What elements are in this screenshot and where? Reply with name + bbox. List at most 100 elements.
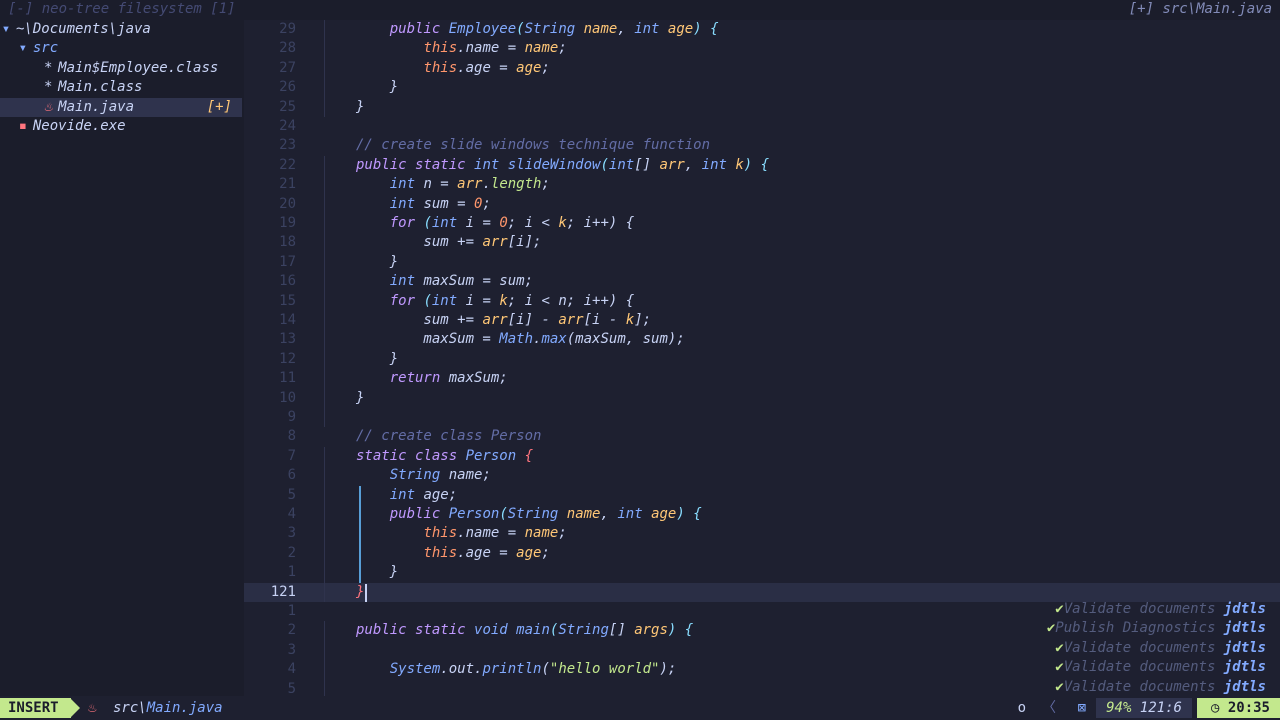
- code-text: sum += arr[i];: [356, 233, 541, 252]
- tree-title: [-] neo-tree filesystem [1]: [8, 1, 236, 17]
- code-line[interactable]: 11 return maxSum;: [244, 369, 1280, 388]
- code-token: ; i++) {: [566, 215, 635, 231]
- code-token: ) {: [667, 622, 694, 639]
- code-line[interactable]: 4 public Person(String name, int age) {: [244, 505, 1280, 524]
- code-text: }: [356, 350, 398, 369]
- code-editor[interactable]: 29 public Employee(String name, int age)…: [244, 20, 1280, 696]
- code-token: }: [356, 79, 399, 96]
- status-file-name: Main.java: [146, 700, 223, 716]
- code-line[interactable]: 28 this.name = name;: [244, 39, 1280, 58]
- code-line[interactable]: 8 // create class Person: [244, 427, 1280, 446]
- code-line[interactable]: 25}: [244, 98, 1280, 117]
- code-line[interactable]: 26 }: [244, 78, 1280, 97]
- code-line[interactable]: 20 int sum = 0;: [244, 195, 1280, 214]
- tree-item[interactable]: ▾ src: [0, 39, 242, 58]
- code-line[interactable]: 5 int age;: [244, 486, 1280, 505]
- code-token: }: [356, 583, 365, 600]
- code-token: return: [389, 370, 449, 387]
- code-line[interactable]: 1 }: [244, 563, 1280, 582]
- code-token: this: [423, 59, 458, 76]
- code-token: );: [659, 661, 677, 678]
- lsp-notification: ✔Validate documents jdtls: [1016, 658, 1266, 677]
- tree-item-label: Main$Employee.class: [58, 59, 219, 76]
- tree-item[interactable]: * Main.class: [0, 78, 242, 97]
- code-token: (: [541, 661, 550, 678]
- code-line[interactable]: 13 maxSum = Math.max(maxSum, sum);: [244, 330, 1280, 349]
- code-token: int: [389, 176, 424, 193]
- code-line[interactable]: 10}: [244, 389, 1280, 408]
- code-line[interactable]: 2 this.age = age;: [244, 544, 1280, 563]
- tree-item-icon: ♨: [43, 98, 53, 115]
- code-line[interactable]: 14 sum += arr[i] - arr[i - k];: [244, 311, 1280, 330]
- notification-source: jdtls: [1223, 678, 1266, 695]
- tree-item[interactable]: ♨ Main.java [+]: [0, 97, 242, 117]
- tree-item[interactable]: ▾ ~\Documents\java: [0, 20, 242, 39]
- code-token: println: [482, 661, 542, 678]
- tree-item[interactable]: ▪ Neovide.exe: [0, 117, 242, 136]
- file-tree[interactable]: ▾ ~\Documents\java ▾ src * Main$Employee.cl…: [0, 20, 244, 696]
- code-line[interactable]: 15 for (int i = k; i < n; i++) {: [244, 292, 1280, 311]
- code-line[interactable]: 19 for (int i = 0; i < k; i++) {: [244, 214, 1280, 233]
- code-token: .: [482, 176, 491, 193]
- code-text: this.name = name;: [356, 524, 566, 543]
- code-token: args: [634, 622, 668, 639]
- windows-icon: ⊠: [1077, 700, 1086, 716]
- code-line[interactable]: 27 this.age = age;: [244, 59, 1280, 78]
- code-token: {: [524, 447, 534, 464]
- code-line[interactable]: 17 }: [244, 253, 1280, 272]
- code-line[interactable]: 16 int maxSum = sum;: [244, 272, 1280, 291]
- code-text: public Person(String name, int age) {: [356, 505, 702, 524]
- code-line[interactable]: 7 static class Person {: [244, 447, 1280, 466]
- clock-icon: ◷: [1210, 700, 1220, 716]
- code-text: int age;: [356, 486, 457, 505]
- code-token: name: [524, 40, 559, 57]
- code-token: [i] -: [507, 312, 559, 328]
- code-token: age: [516, 59, 542, 76]
- code-token: public static: [356, 156, 475, 173]
- clock: ◷ 20:35: [1196, 698, 1280, 718]
- code-token: maxSum =: [356, 331, 500, 348]
- code-token: this: [423, 544, 458, 561]
- code-line[interactable]: 12 }: [244, 350, 1280, 369]
- code-token: name: [583, 21, 618, 37]
- code-line[interactable]: 23 // create slide windows technique func…: [244, 136, 1280, 155]
- code-token: [i -: [583, 312, 626, 328]
- code-text: this.age = age;: [356, 59, 549, 78]
- code-token: for: [389, 215, 424, 231]
- code-token: arr: [659, 156, 685, 173]
- java-file-icon: ♨: [88, 700, 97, 716]
- line-number: 121: [270, 583, 296, 600]
- code-line[interactable]: 6 String name;: [244, 466, 1280, 485]
- mode-separator: [70, 698, 80, 718]
- code-line[interactable]: 9: [244, 408, 1280, 427]
- code-token: length: [490, 176, 542, 193]
- code-token: // create slide windows technique functi…: [356, 137, 711, 154]
- code-line[interactable]: 22 public static int slideWindow(int[] ar…: [244, 156, 1280, 175]
- line-number: 22: [279, 156, 296, 173]
- tree-item-icon: ▾: [1, 21, 11, 37]
- line-number: 27: [279, 59, 296, 76]
- code-text: sum += arr[i] - arr[i - k];: [356, 311, 651, 330]
- code-text: // create slide windows technique functi…: [356, 136, 710, 155]
- code-token: }: [356, 98, 365, 115]
- code-token: public: [389, 21, 449, 37]
- tree-item[interactable]: * Main$Employee.class: [0, 59, 242, 78]
- code-line[interactable]: 29 public Employee(String name, int age)…: [244, 20, 1280, 39]
- notification-source: jdtls: [1223, 659, 1266, 676]
- code-token: sum =: [423, 195, 475, 212]
- code-line[interactable]: 3 this.name = name;: [244, 524, 1280, 543]
- code-line[interactable]: 21 int n = arr.length;: [244, 175, 1280, 194]
- code-token: name;: [448, 467, 491, 484]
- code-line[interactable]: 18 sum += arr[i];: [244, 233, 1280, 252]
- code-token: age: [651, 506, 677, 522]
- fileformat-indicator: o: [1017, 700, 1026, 716]
- indent-guide: [324, 20, 325, 117]
- tree-item-label: Main.java: [58, 98, 135, 115]
- line-number: 1: [287, 603, 296, 619]
- code-line[interactable]: 24: [244, 117, 1280, 136]
